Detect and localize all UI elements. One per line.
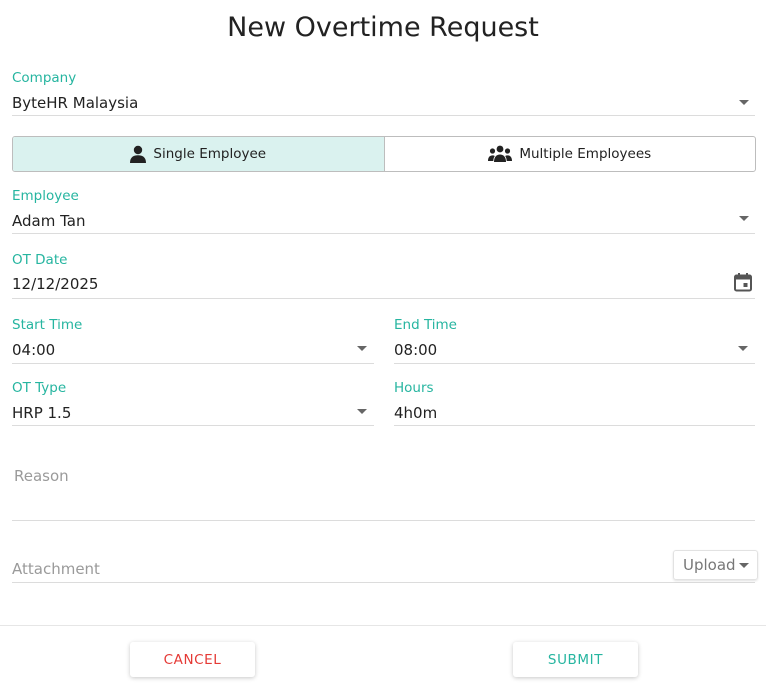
hours-value: 4h0m — [394, 404, 438, 422]
ot-type-label: OT Type — [12, 380, 67, 396]
attachment-placeholder: Attachment — [12, 560, 100, 578]
start-time-select[interactable]: Start Time 04:00 — [12, 317, 374, 364]
calendar-icon[interactable] — [733, 272, 753, 292]
page-title: New Overtime Request — [227, 12, 539, 43]
employee-value: Adam Tan — [12, 212, 86, 230]
footer-divider — [0, 625, 766, 626]
hours-label: Hours — [394, 380, 434, 396]
employee-mode-toggle: Single Employee Multiple Employees — [12, 136, 756, 172]
chevron-down-icon — [739, 563, 749, 568]
company-select[interactable]: Company ByteHR Malaysia — [12, 70, 755, 116]
person-icon — [130, 145, 147, 163]
upload-label: Upload — [683, 556, 736, 574]
ot-date-value: 12/12/2025 — [12, 275, 99, 293]
ot-date-label: OT Date — [12, 252, 68, 268]
company-value: ByteHR Malaysia — [12, 94, 139, 112]
chevron-down-icon — [739, 100, 749, 105]
attachment-field: Attachment — [12, 556, 755, 583]
start-time-label: Start Time — [12, 317, 83, 333]
chevron-down-icon — [357, 409, 367, 414]
multiple-employees-option[interactable]: Multiple Employees — [385, 137, 756, 171]
submit-button[interactable]: SUBMIT — [513, 642, 638, 677]
start-time-value: 04:00 — [12, 341, 56, 359]
ot-type-select[interactable]: OT Type HRP 1.5 — [12, 380, 374, 426]
multiple-employees-label: Multiple Employees — [519, 146, 652, 162]
chevron-down-icon — [738, 346, 748, 351]
ot-type-value: HRP 1.5 — [12, 404, 72, 422]
employee-label: Employee — [12, 188, 79, 204]
employee-select[interactable]: Employee Adam Tan — [12, 188, 755, 234]
reason-placeholder: Reason — [14, 467, 69, 485]
end-time-value: 08:00 — [394, 341, 438, 359]
overtime-request-form: New Overtime Request Company ByteHR Mala… — [0, 0, 766, 684]
reason-input[interactable]: Reason — [12, 460, 755, 521]
cancel-button[interactable]: CANCEL — [130, 642, 255, 677]
single-employee-label: Single Employee — [153, 146, 267, 162]
ot-date-field[interactable]: OT Date 12/12/2025 — [12, 252, 755, 299]
hours-field: Hours 4h0m — [394, 380, 755, 426]
chevron-down-icon — [357, 346, 367, 351]
end-time-label: End Time — [394, 317, 457, 333]
end-time-select[interactable]: End Time 08:00 — [394, 317, 755, 364]
single-employee-option[interactable]: Single Employee — [13, 137, 385, 171]
group-icon — [488, 145, 513, 162]
chevron-down-icon — [739, 216, 749, 221]
company-label: Company — [12, 70, 77, 86]
upload-button[interactable]: Upload — [673, 550, 758, 580]
